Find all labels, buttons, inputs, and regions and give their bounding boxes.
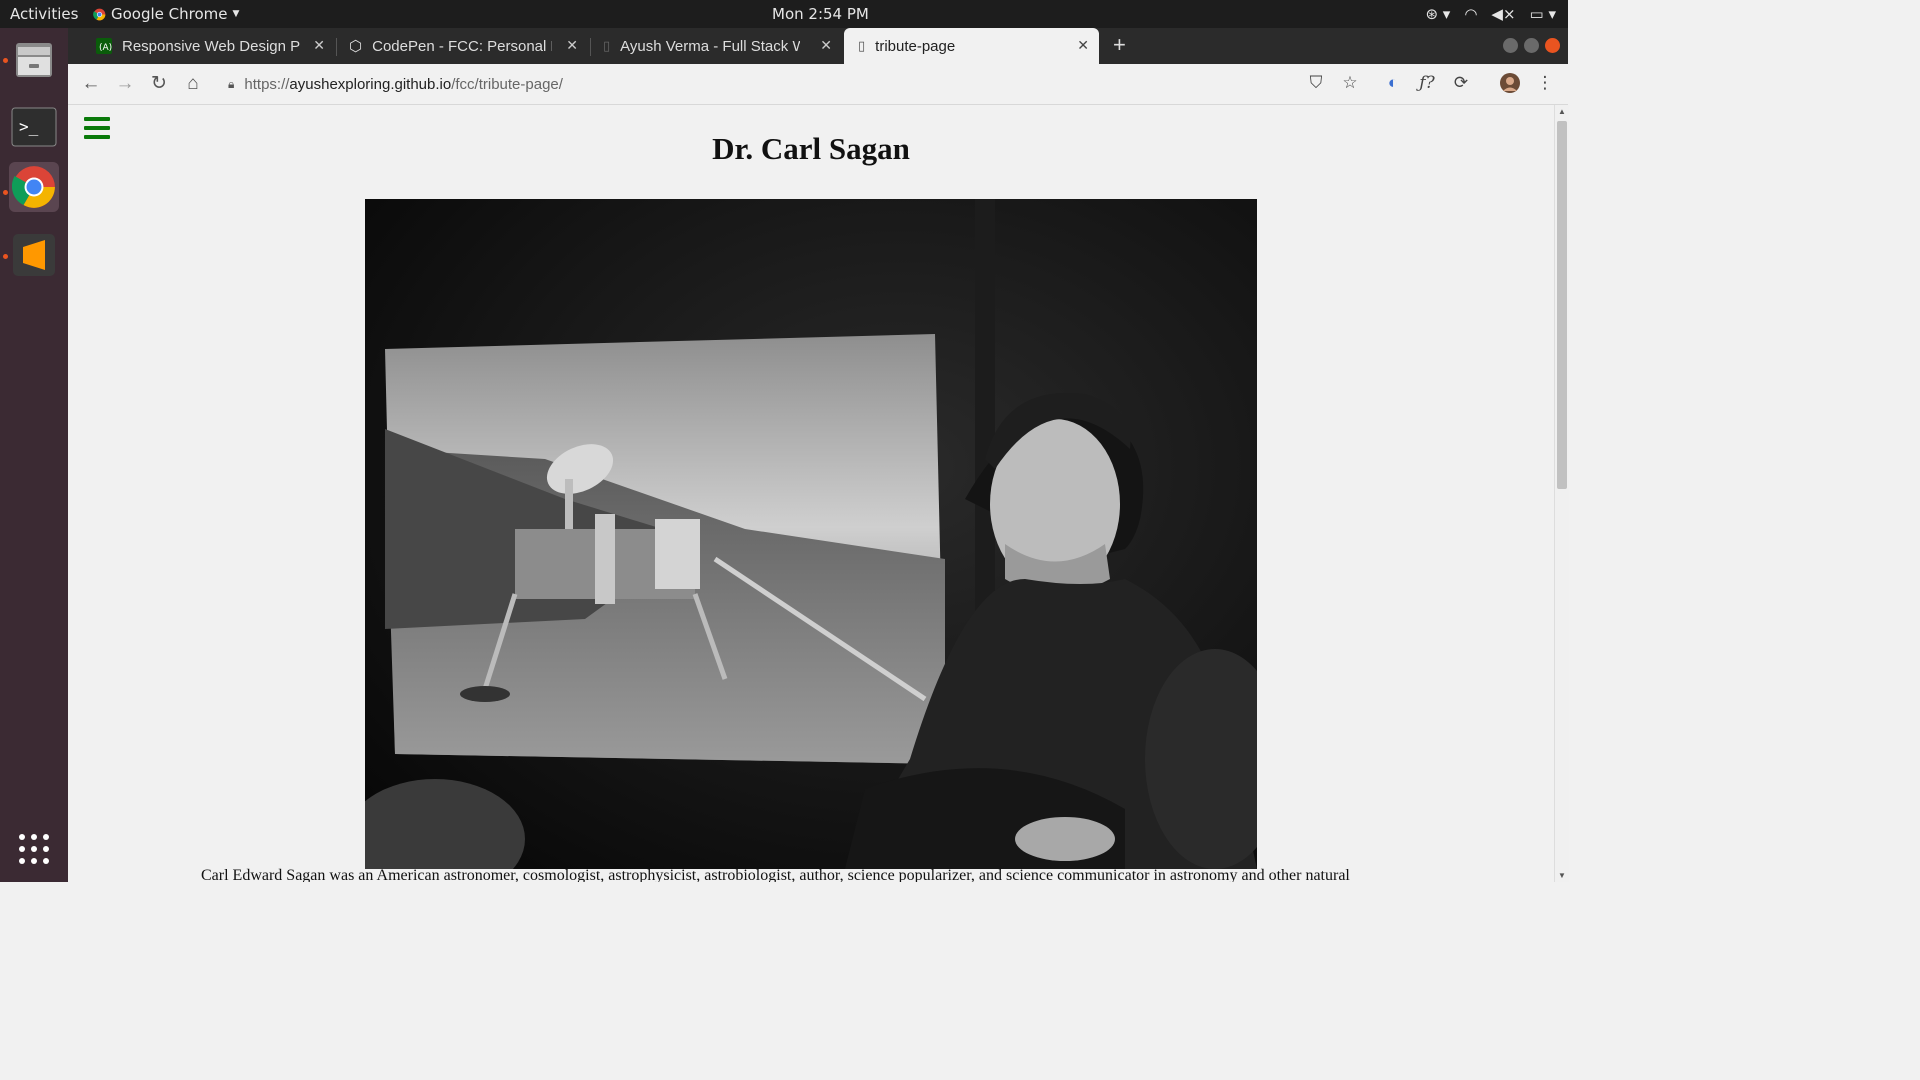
tab-tribute-page[interactable]: ▯ tribute-page ✕ bbox=[844, 28, 1099, 64]
scrollbar-thumb[interactable] bbox=[1557, 121, 1567, 489]
chrome-icon[interactable] bbox=[9, 162, 59, 212]
hamburger-bar bbox=[84, 117, 110, 121]
font-extension-icon[interactable]: ƒ? bbox=[1415, 73, 1439, 95]
minimize-button[interactable] bbox=[1503, 38, 1518, 53]
app-menu[interactable]: Google Chrome ▼ bbox=[93, 5, 239, 23]
show-applications-icon[interactable] bbox=[9, 824, 59, 874]
chrome-small-icon bbox=[93, 8, 106, 20]
tab-codepen[interactable]: ⬡ CodePen - FCC: Personal F ✕ bbox=[343, 28, 588, 64]
blocked-extension-icon[interactable]: ⛉ bbox=[1304, 73, 1328, 95]
tab-title: CodePen - FCC: Personal F bbox=[372, 37, 553, 55]
running-indicator bbox=[3, 254, 8, 259]
codepen-favicon-icon: ⬡ bbox=[349, 38, 363, 55]
tab-strip: (A) Responsive Web Design P ✕ ⬡ CodePen … bbox=[68, 28, 1568, 64]
running-indicator bbox=[3, 58, 8, 63]
battery-icon[interactable]: ▭ ▾ bbox=[1530, 5, 1556, 23]
close-icon[interactable]: ✕ bbox=[566, 37, 578, 54]
browser-toolbar: ← → ↻ ⌂ 🔒︎ https://ayushexploring.github… bbox=[68, 64, 1568, 105]
new-tab-button[interactable]: + bbox=[1113, 32, 1126, 58]
page-viewport: Dr. Carl Sagan Carl Edward Sagan was an … bbox=[68, 105, 1554, 882]
close-icon[interactable]: ✕ bbox=[1077, 37, 1089, 54]
files-icon[interactable] bbox=[9, 34, 59, 84]
tribute-photo bbox=[365, 199, 1257, 869]
svg-text:(A): (A) bbox=[99, 43, 112, 53]
activities-button[interactable]: Activities bbox=[10, 5, 78, 23]
scroll-down-icon[interactable]: ▼ bbox=[1558, 871, 1566, 880]
url-host: ayushexploring.github.io bbox=[289, 75, 452, 93]
page-title: Dr. Carl Sagan bbox=[712, 131, 910, 166]
running-indicator bbox=[3, 190, 8, 195]
close-icon[interactable]: ✕ bbox=[820, 37, 832, 54]
chevron-down-icon: ▼ bbox=[232, 9, 240, 19]
tab-separator bbox=[336, 38, 337, 56]
lock-icon[interactable]: 🔒︎ bbox=[228, 77, 234, 92]
back-arrow-icon[interactable]: ← bbox=[78, 72, 104, 96]
tab-title: tribute-page bbox=[875, 37, 956, 55]
terminal-icon[interactable]: >_ bbox=[9, 102, 59, 152]
menu-kebab-icon[interactable]: ⋮ bbox=[1533, 73, 1557, 95]
svg-text:>_: >_ bbox=[19, 117, 39, 136]
window-controls bbox=[1503, 38, 1560, 53]
app-menu-label: Google Chrome bbox=[111, 5, 228, 23]
system-tray[interactable]: ⊛ ▾ ◠ ◀× ▭ ▾ bbox=[1425, 5, 1556, 23]
maximize-button[interactable] bbox=[1524, 38, 1539, 53]
tab-title: Ayush Verma - Full Stack W bbox=[620, 37, 801, 55]
close-icon[interactable]: ✕ bbox=[313, 37, 325, 54]
extension-icon[interactable]: ◐ bbox=[1381, 73, 1405, 95]
sync-extension-icon[interactable]: ⟳ bbox=[1449, 73, 1473, 95]
clock[interactable]: Mon 2:54 PM bbox=[772, 5, 869, 23]
accessibility-icon[interactable]: ⊛ ▾ bbox=[1425, 5, 1450, 23]
home-icon[interactable]: ⌂ bbox=[180, 72, 206, 96]
volume-muted-icon[interactable]: ◀× bbox=[1491, 5, 1515, 23]
tab-title: Responsive Web Design P bbox=[122, 37, 301, 55]
scroll-up-icon[interactable]: ▲ bbox=[1558, 107, 1566, 116]
close-window-button[interactable] bbox=[1545, 38, 1560, 53]
system-top-bar: Activities Google Chrome ▼ Mon 2:54 PM ⊛… bbox=[0, 0, 1568, 28]
page-favicon-icon: ▯ bbox=[603, 38, 611, 53]
hamburger-bar bbox=[84, 126, 110, 130]
page-scrollbar[interactable]: ▲ ▼ bbox=[1554, 105, 1569, 882]
page-favicon-icon: ▯ bbox=[858, 38, 866, 53]
bookmark-star-icon[interactable]: ☆ bbox=[1338, 73, 1362, 95]
freecodecamp-favicon-icon: (A) bbox=[96, 38, 112, 54]
address-bar[interactable]: 🔒︎ https://ayushexploring.github.io/fcc/… bbox=[228, 72, 563, 96]
forward-arrow-icon[interactable]: → bbox=[112, 72, 138, 96]
tab-separator bbox=[590, 38, 591, 56]
url-path: /fcc/tribute-page/ bbox=[451, 75, 563, 93]
bio-paragraph: Carl Edward Sagan was an American astron… bbox=[201, 867, 1350, 882]
profile-avatar[interactable] bbox=[1498, 73, 1522, 95]
url-scheme: https:// bbox=[244, 75, 290, 93]
wifi-icon[interactable]: ◠ bbox=[1464, 5, 1477, 23]
sublime-text-icon[interactable] bbox=[9, 230, 59, 280]
tab-ayush-verma[interactable]: ▯ Ayush Verma - Full Stack W ✕ bbox=[597, 28, 842, 64]
launcher-dock: >_ bbox=[0, 28, 68, 882]
tab-responsive-web-design[interactable]: (A) Responsive Web Design P ✕ bbox=[90, 28, 335, 64]
reload-icon[interactable]: ↻ bbox=[146, 72, 172, 96]
